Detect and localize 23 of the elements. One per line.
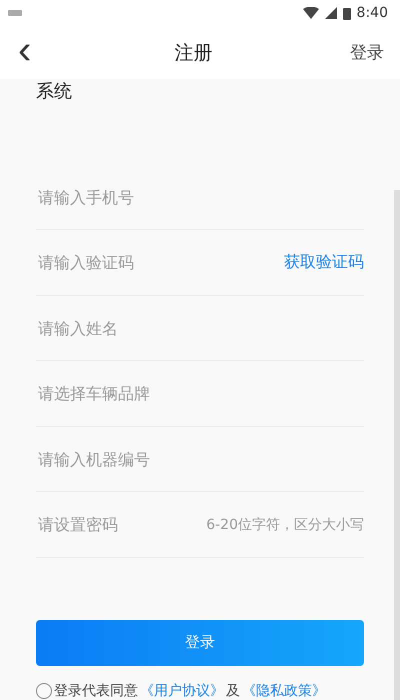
- input-field[interactable]: 请输入验证码: [36, 252, 284, 274]
- battery-icon: [342, 6, 351, 20]
- input-field[interactable]: 请选择车辆品牌: [36, 383, 364, 404]
- notification-icon: [8, 9, 22, 18]
- input-field[interactable]: 请设置密码: [36, 514, 206, 536]
- input-field[interactable]: 请输入机器编号: [36, 448, 364, 470]
- input-field[interactable]: 请输入姓名: [36, 318, 364, 339]
- privacy-policy-link[interactable]: 《隐私政策》: [242, 682, 326, 700]
- back-button[interactable]: ‹: [12, 30, 38, 70]
- get-code-link[interactable]: 获取验证码: [284, 252, 364, 274]
- section-title: 系统: [36, 80, 72, 103]
- login-link[interactable]: 登录: [350, 41, 384, 64]
- wifi-icon: [302, 7, 319, 20]
- agreement-joiner: 及: [226, 682, 240, 700]
- login-button[interactable]: 登录: [36, 620, 364, 666]
- status-time: 8:40: [356, 5, 388, 22]
- page-title: 注册: [174, 40, 213, 66]
- user-agreement-link[interactable]: 《用户协议》: [140, 682, 224, 700]
- agree-radio[interactable]: [36, 683, 52, 699]
- signal-icon: [324, 7, 337, 20]
- input-field[interactable]: 请输入手机号: [36, 186, 364, 208]
- password-hint: 6-20位字符，区分大小写: [206, 516, 364, 534]
- agreement-text: 登录代表同意: [54, 682, 138, 700]
